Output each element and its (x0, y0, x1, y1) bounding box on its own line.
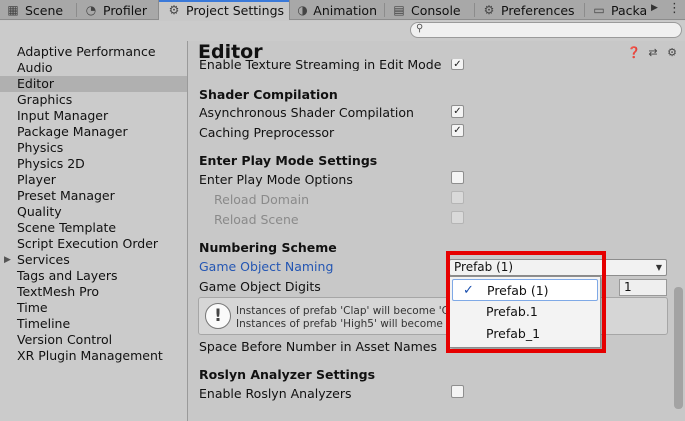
sidebar-item-physics-2d[interactable]: Physics 2D (17, 156, 85, 172)
tab-label: Profiler (103, 2, 148, 18)
help-line: Instances of prefab 'High5' will become … (236, 318, 474, 330)
chevron-down-icon: ▼ (655, 263, 662, 272)
space-before-number-label: Space Before Number in Asset Names (199, 339, 437, 354)
settings-category-list: Adaptive Performance Audio Editor Graphi… (0, 41, 188, 421)
scrollbar-thumb[interactable] (674, 287, 683, 409)
tab-console[interactable]: ▤ Console (392, 0, 464, 20)
sidebar-item-audio[interactable]: Audio (17, 60, 53, 76)
sidebar-item-input-manager[interactable]: Input Manager (17, 108, 108, 124)
tab-label: Packa (611, 2, 648, 18)
tab-package-manager[interactable]: ▭ Packa (592, 0, 648, 20)
dropdown-value: Prefab (1) (454, 260, 514, 274)
search-row: ⚲ (0, 21, 685, 41)
sidebar-item-player[interactable]: Player (17, 172, 56, 188)
kebab-menu-icon[interactable]: ⋮ (668, 1, 681, 16)
tab-scene[interactable]: ▦ Scene (6, 0, 70, 20)
texture-streaming-label: Enable Texture Streaming in Edit Mode (199, 59, 442, 71)
tab-label: Console (411, 2, 461, 18)
search-input[interactable]: ⚲ (410, 22, 682, 38)
gear-icon: ⚙ (168, 3, 180, 17)
dropdown-option-label: Prefab (1) (487, 283, 549, 298)
sidebar-item-tags-and-layers[interactable]: Tags and Layers (17, 268, 118, 284)
enter-play-mode-options-label: Enter Play Mode Options (199, 172, 353, 187)
reload-domain-checkbox (451, 191, 464, 204)
enable-roslyn-analyzers-label: Enable Roslyn Analyzers (199, 386, 352, 401)
sidebar-item-time[interactable]: Time (17, 300, 48, 316)
settings-gear-icon[interactable]: ⚙ (665, 46, 679, 59)
console-icon: ▤ (393, 3, 405, 17)
game-object-digits-label: Game Object Digits (199, 279, 321, 294)
dropdown-menu: ✓ Prefab (1) Prefab.1 Prefab_1 (449, 276, 601, 348)
numbering-scheme-header: Numbering Scheme (199, 240, 337, 255)
sidebar-item-services[interactable]: ▶ Services (4, 252, 70, 268)
sidebar-item-xr-plugin-management[interactable]: XR Plugin Management (17, 348, 163, 364)
sidebar-item-editor[interactable]: Editor (0, 76, 187, 92)
sidebar-item-package-manager[interactable]: Package Manager (17, 124, 128, 140)
reload-scene-label: Reload Scene (214, 212, 299, 227)
expand-arrow-icon[interactable]: ▶ (4, 252, 11, 268)
async-shader-compilation-checkbox[interactable]: ✓ (451, 105, 464, 118)
dropdown-option-prefab-parens[interactable]: ✓ Prefab (1) (452, 279, 598, 301)
help-line: Instances of prefab 'Clap' will become '… (236, 305, 465, 317)
tab-profiler[interactable]: ◔ Profiler (84, 0, 156, 20)
game-object-naming-label: Game Object Naming (199, 259, 334, 274)
sidebar-item-timeline[interactable]: Timeline (17, 316, 70, 332)
sidebar-item-preset-manager[interactable]: Preset Manager (17, 188, 115, 204)
caching-preprocessor-checkbox[interactable]: ✓ (451, 124, 464, 137)
sidebar-item-quality[interactable]: Quality (17, 204, 62, 220)
tab-project-settings[interactable]: ⚙ Project Settings (158, 0, 290, 20)
help-icon[interactable]: ❓ (627, 46, 641, 59)
shader-compilation-header: Shader Compilation (199, 87, 338, 102)
sidebar-item-scene-template[interactable]: Scene Template (17, 220, 116, 236)
tab-label: Preferences (501, 2, 575, 18)
caching-preprocessor-label: Caching Preprocessor (199, 125, 335, 140)
search-icon: ⚲ (416, 23, 424, 34)
tab-preferences[interactable]: ⚙ Preferences (482, 0, 576, 20)
tab-label: Animation (313, 2, 377, 18)
reload-scene-checkbox (451, 211, 464, 224)
game-object-naming-dropdown[interactable]: Prefab (1) ▼ (449, 259, 667, 276)
gear-icon: ⚙ (483, 3, 495, 17)
package-icon: ▭ (593, 3, 605, 17)
dropdown-option-prefab-dot[interactable]: Prefab.1 (452, 301, 598, 323)
tab-label: Project Settings (186, 2, 285, 18)
game-object-digits-input[interactable]: 1 (619, 279, 667, 296)
dropdown-option-label: Prefab_1 (486, 326, 541, 341)
tab-bar: ▦ Scene ◔ Profiler ⚙ Project Settings ◑ Anim… (0, 0, 685, 20)
tab-animation[interactable]: ◑ Animation (297, 0, 377, 20)
enable-roslyn-analyzers-checkbox[interactable] (451, 385, 464, 398)
editor-settings-panel: Editor ❓ ⇄ ⚙ Enable Texture Streaming in… (189, 41, 685, 421)
sidebar-item-script-execution-order[interactable]: Script Execution Order (17, 236, 158, 252)
enter-play-mode-options-checkbox[interactable] (451, 171, 464, 184)
profiler-icon: ◔ (85, 3, 97, 17)
sidebar-item-adaptive-performance[interactable]: Adaptive Performance (17, 44, 156, 60)
texture-streaming-checkbox[interactable]: ✓ (451, 59, 464, 70)
sidebar-item-textmesh-pro[interactable]: TextMesh Pro (17, 284, 99, 300)
async-shader-compilation-label: Asynchronous Shader Compilation (199, 105, 414, 120)
dropdown-option-label: Prefab.1 (486, 304, 538, 319)
roslyn-analyzer-header: Roslyn Analyzer Settings (199, 367, 376, 382)
tab-label: Scene (25, 2, 64, 18)
presets-icon[interactable]: ⇄ (646, 46, 660, 59)
info-icon: ! (205, 303, 231, 329)
scene-icon: ▦ (7, 3, 19, 17)
animation-icon: ◑ (297, 3, 308, 17)
dropdown-option-prefab-underscore[interactable]: Prefab_1 (452, 323, 598, 345)
sidebar-item-label: Services (17, 252, 70, 267)
checkmark-icon: ✓ (463, 283, 474, 298)
enter-play-mode-header: Enter Play Mode Settings (199, 153, 378, 168)
sidebar-item-version-control[interactable]: Version Control (17, 332, 112, 348)
reload-domain-label: Reload Domain (214, 192, 310, 207)
sidebar-item-graphics[interactable]: Graphics (17, 92, 72, 108)
tab-scroll-right-icon[interactable]: ▶ (651, 3, 658, 13)
sidebar-item-physics[interactable]: Physics (17, 140, 63, 156)
